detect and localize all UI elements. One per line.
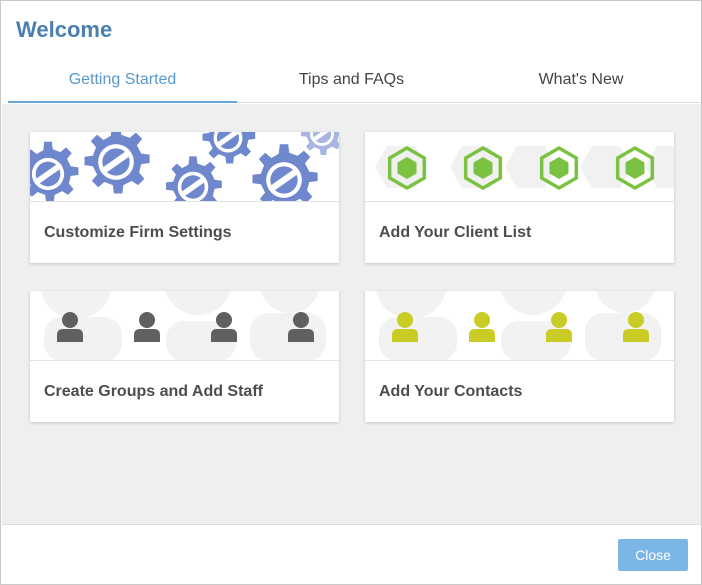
card-label: Add Your Client List (379, 224, 532, 241)
gear-icon (30, 141, 79, 201)
gear-icon (84, 132, 150, 194)
tab-tips-and-faqs[interactable]: Tips and FAQs (237, 59, 466, 103)
contacts-banner (365, 291, 674, 361)
person-icon (134, 312, 160, 342)
gear-icon (301, 132, 339, 155)
gear-icon (202, 132, 256, 164)
hexagons-banner (365, 132, 674, 202)
gear-icon (166, 156, 222, 201)
card-add-client-list[interactable]: Add Your Client List (365, 132, 674, 263)
tab-bar: Getting Started Tips and FAQs What's New (8, 59, 701, 103)
card-customize-firm-settings[interactable]: Customize Firm Settings (30, 132, 339, 263)
tab-whats-new[interactable]: What's New (466, 59, 696, 103)
person-icon (469, 312, 495, 342)
card-create-groups-add-staff[interactable]: Create Groups and Add Staff (30, 291, 339, 422)
footer-divider (2, 524, 701, 525)
staff-banner (30, 291, 339, 361)
card-label: Create Groups and Add Staff (44, 383, 263, 400)
welcome-dialog: Welcome Getting Started Tips and FAQs Wh… (0, 0, 702, 585)
card-label: Customize Firm Settings (44, 224, 232, 241)
card-add-contacts[interactable]: Add Your Contacts (365, 291, 674, 422)
tab-getting-started[interactable]: Getting Started (8, 59, 237, 103)
gear-icon (252, 144, 318, 201)
getting-started-panel: Customize Firm Settings Add Your Client … (2, 104, 701, 524)
card-label: Add Your Contacts (379, 383, 523, 400)
close-button[interactable]: Close (618, 539, 688, 571)
dialog-title: Welcome (16, 17, 113, 42)
gears-banner (30, 132, 339, 202)
